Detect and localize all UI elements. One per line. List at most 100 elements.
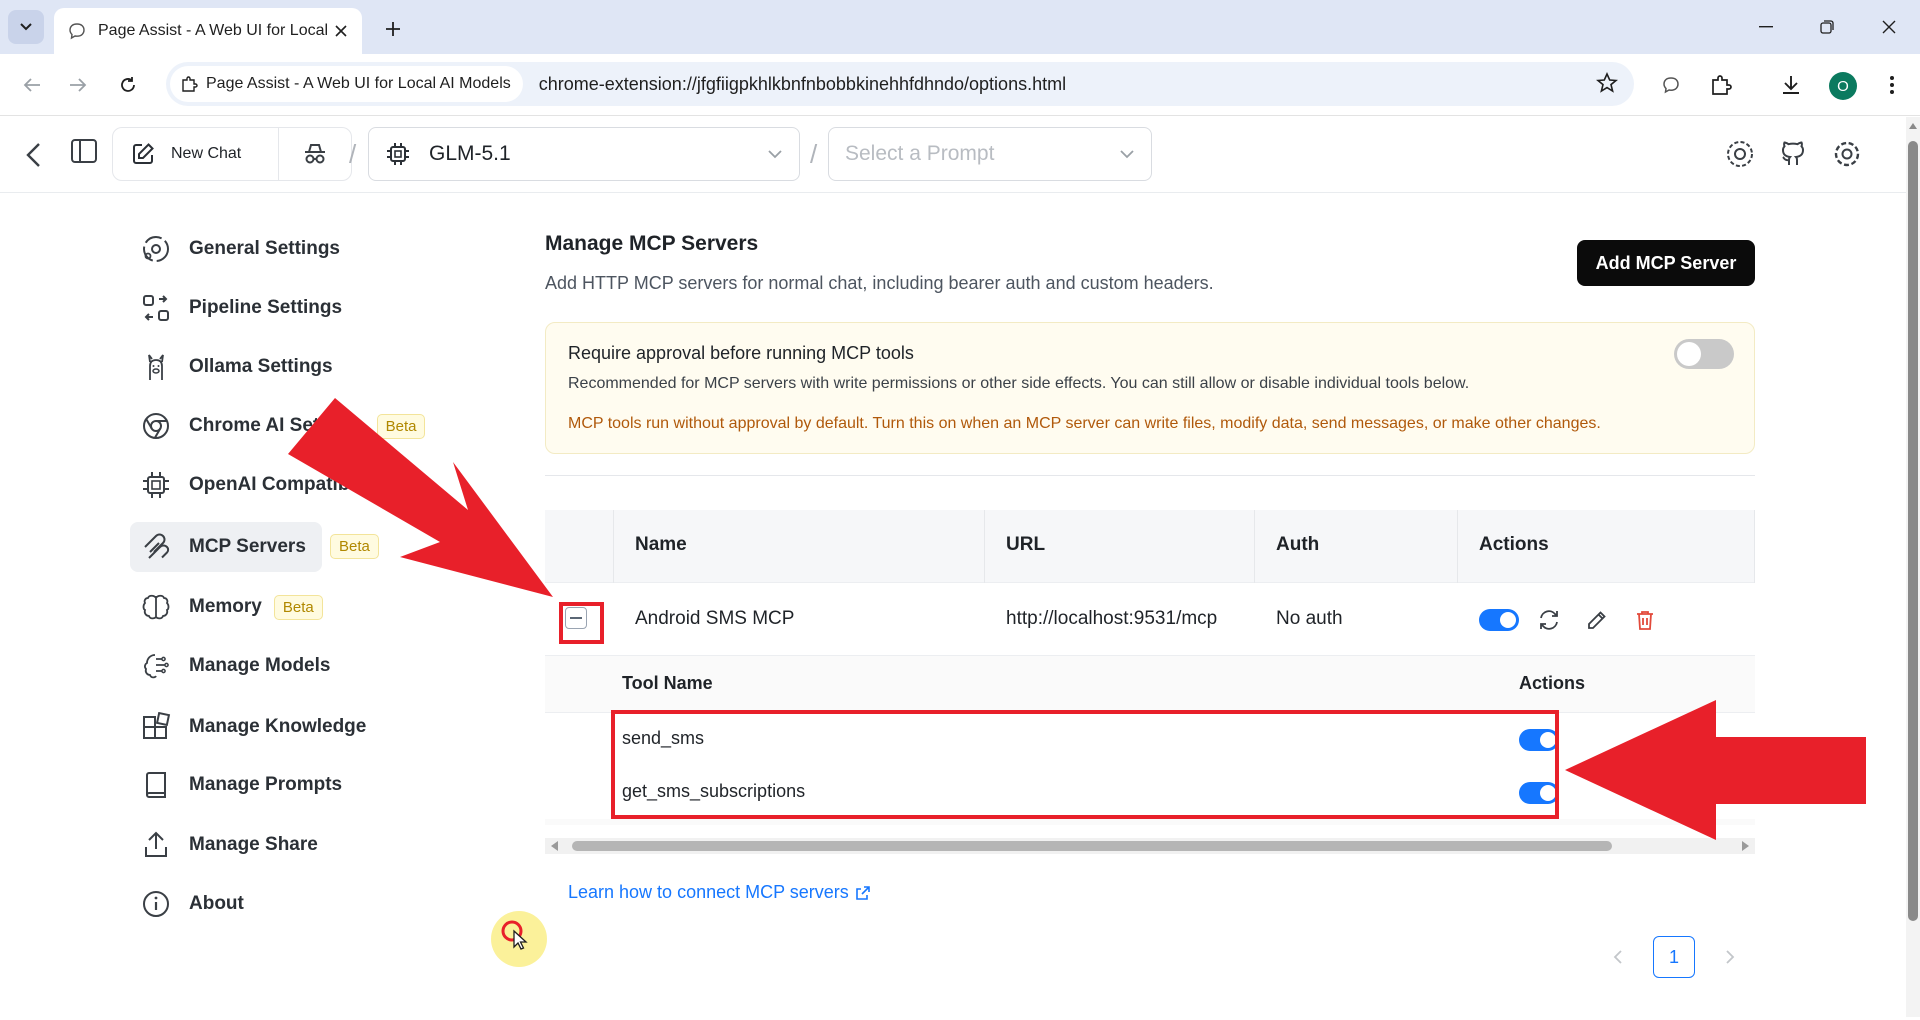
annotation-highlight-box (611, 710, 1559, 819)
nav-item-general-settings[interactable]: General Settings (130, 224, 340, 274)
nav-item-openai-compatible-api[interactable]: OpenAI Compatible API (130, 460, 402, 510)
sidebar-toggle-icon[interactable] (70, 137, 98, 165)
download-icon[interactable] (1776, 70, 1806, 100)
nav-label: About (189, 893, 244, 914)
edit-square-icon (133, 143, 154, 164)
forward-arrow-icon[interactable] (63, 70, 93, 100)
nav-label: General Settings (189, 238, 340, 259)
chevron-down-icon (20, 23, 32, 31)
back-arrow-icon[interactable] (17, 70, 47, 100)
chip-icon (140, 469, 172, 501)
scrollbar-thumb[interactable] (1908, 141, 1918, 921)
nav-item-mcp-servers[interactable]: MCP Servers (130, 522, 322, 572)
extensions-puzzle-icon[interactable] (1706, 70, 1736, 100)
bookmark-star-icon[interactable] (1596, 72, 1618, 94)
nav-item-manage-share[interactable]: Manage Share (130, 820, 318, 870)
nav-item-ollama-settings[interactable]: Ollama Settings (130, 342, 333, 392)
nav-item-about[interactable]: About (130, 879, 244, 929)
beta-badge: Beta (330, 534, 379, 559)
server-name: Android SMS MCP (635, 608, 795, 629)
prev-page-chevron-icon[interactable] (1603, 942, 1633, 972)
pipeline-gear-icon[interactable] (1723, 137, 1757, 171)
require-approval-toggle[interactable] (1674, 339, 1734, 369)
site-info-chip[interactable]: Page Assist - A Web UI for Local AI Mode… (170, 66, 523, 102)
next-page-chevron-icon[interactable] (1715, 942, 1745, 972)
prompt-select[interactable]: Select a Prompt (828, 127, 1152, 181)
tab-close-icon[interactable] (330, 20, 352, 42)
delete-trash-icon[interactable] (1632, 607, 1658, 633)
browser-menu-icon[interactable] (1877, 70, 1907, 100)
model-select-value: GLM-5.1 (429, 142, 511, 165)
puzzle-icon (182, 76, 198, 92)
incognito-icon (305, 144, 325, 164)
tab-search-button[interactable] (8, 10, 44, 44)
profile-avatar[interactable]: O (1829, 72, 1857, 100)
table-horizontal-scrollbar[interactable] (545, 838, 1755, 854)
pagination: 1 (1603, 936, 1745, 978)
knowledge-icon (140, 711, 172, 743)
learn-mcp-link[interactable]: Learn how to connect MCP servers (568, 882, 871, 903)
annotation-highlight-box (559, 602, 604, 644)
approval-title: Require approval before running MCP tool… (568, 343, 914, 363)
column-separator (613, 510, 614, 583)
reload-icon[interactable] (113, 70, 143, 100)
page-vertical-scrollbar[interactable] (1906, 117, 1920, 1017)
column-separator (1754, 510, 1755, 583)
server-enabled-toggle[interactable] (1479, 609, 1519, 631)
extension-chat-icon[interactable] (1656, 70, 1686, 100)
chrome-icon (140, 410, 172, 442)
table-header: Name URL Auth Actions (545, 510, 1755, 583)
window-close-icon[interactable] (1869, 12, 1909, 42)
scroll-up-arrow-icon[interactable] (1909, 123, 1917, 129)
edit-pencil-icon[interactable] (1584, 607, 1610, 633)
brain-icon (140, 591, 172, 623)
incognito-button[interactable] (279, 143, 351, 165)
site-chip-label: Page Assist - A Web UI for Local AI Mode… (206, 75, 511, 92)
back-chevron-icon[interactable] (22, 139, 46, 171)
scroll-left-arrow-icon[interactable] (551, 841, 558, 851)
column-header-tool-name: Tool Name (622, 673, 713, 693)
refresh-icon[interactable] (1536, 607, 1562, 633)
add-mcp-server-button[interactable]: Add MCP Server (1577, 240, 1755, 286)
tools-header: Tool Name Actions (545, 656, 1755, 713)
restore-icon[interactable] (1807, 12, 1847, 42)
column-header-tool-actions: Actions (1519, 673, 1586, 693)
page-title: Manage MCP Servers (545, 232, 759, 255)
minimize-icon[interactable] (1746, 12, 1786, 42)
chip-icon (387, 143, 409, 165)
nav-item-chrome-ai-settings[interactable]: Chrome AI Settings Beta (130, 401, 426, 451)
browser-tab-active[interactable]: Page Assist - A Web UI for Local AI Mode… (54, 8, 362, 54)
nav-label: OpenAI Compatible API (189, 474, 402, 495)
header-separator: / (810, 139, 818, 169)
browser-toolbar: Page Assist - A Web UI for Local AI Mode… (0, 54, 1920, 116)
column-separator (984, 510, 985, 583)
page-number-button[interactable]: 1 (1653, 936, 1695, 978)
nav-item-manage-knowledge[interactable]: Manage Knowledge (130, 702, 366, 752)
settings-gear-icon[interactable] (1830, 137, 1864, 171)
nav-item-pipeline-settings[interactable]: Pipeline Settings (130, 283, 342, 333)
ollama-icon (140, 351, 172, 383)
nav-item-manage-models[interactable]: Manage Models (130, 641, 330, 691)
new-chat-button[interactable]: New Chat (113, 128, 279, 180)
info-icon (140, 888, 172, 920)
nav-item-memory[interactable]: Memory Beta (130, 582, 323, 632)
server-url: http://localhost:9531/mcp (1006, 608, 1218, 629)
model-select[interactable]: GLM-5.1 (368, 127, 800, 181)
beta-badge: Beta (376, 413, 426, 439)
approval-warning: MCP tools run without approval by defaul… (568, 415, 1601, 432)
app-header: New Chat / GLM-5.1 / Select a Prompt (0, 117, 1908, 193)
scrollbar-thumb[interactable] (572, 841, 1612, 851)
prompt-select-placeholder: Select a Prompt (845, 142, 995, 165)
nav-label: Pipeline Settings (189, 297, 343, 318)
external-link-icon (856, 885, 870, 900)
scroll-right-arrow-icon[interactable] (1742, 841, 1749, 851)
approval-description: Recommended for MCP servers with write p… (568, 375, 1470, 392)
nav-label: Memory (189, 596, 262, 617)
github-icon[interactable] (1776, 137, 1810, 171)
new-tab-plus-icon[interactable] (378, 14, 408, 44)
nav-item-manage-prompts[interactable]: Manage Prompts (130, 760, 342, 810)
column-separator (1457, 510, 1458, 583)
nav-label: Manage Prompts (189, 774, 343, 795)
chat-bubble-icon (69, 23, 85, 40)
address-bar[interactable]: Page Assist - A Web UI for Local AI Mode… (166, 62, 1634, 106)
